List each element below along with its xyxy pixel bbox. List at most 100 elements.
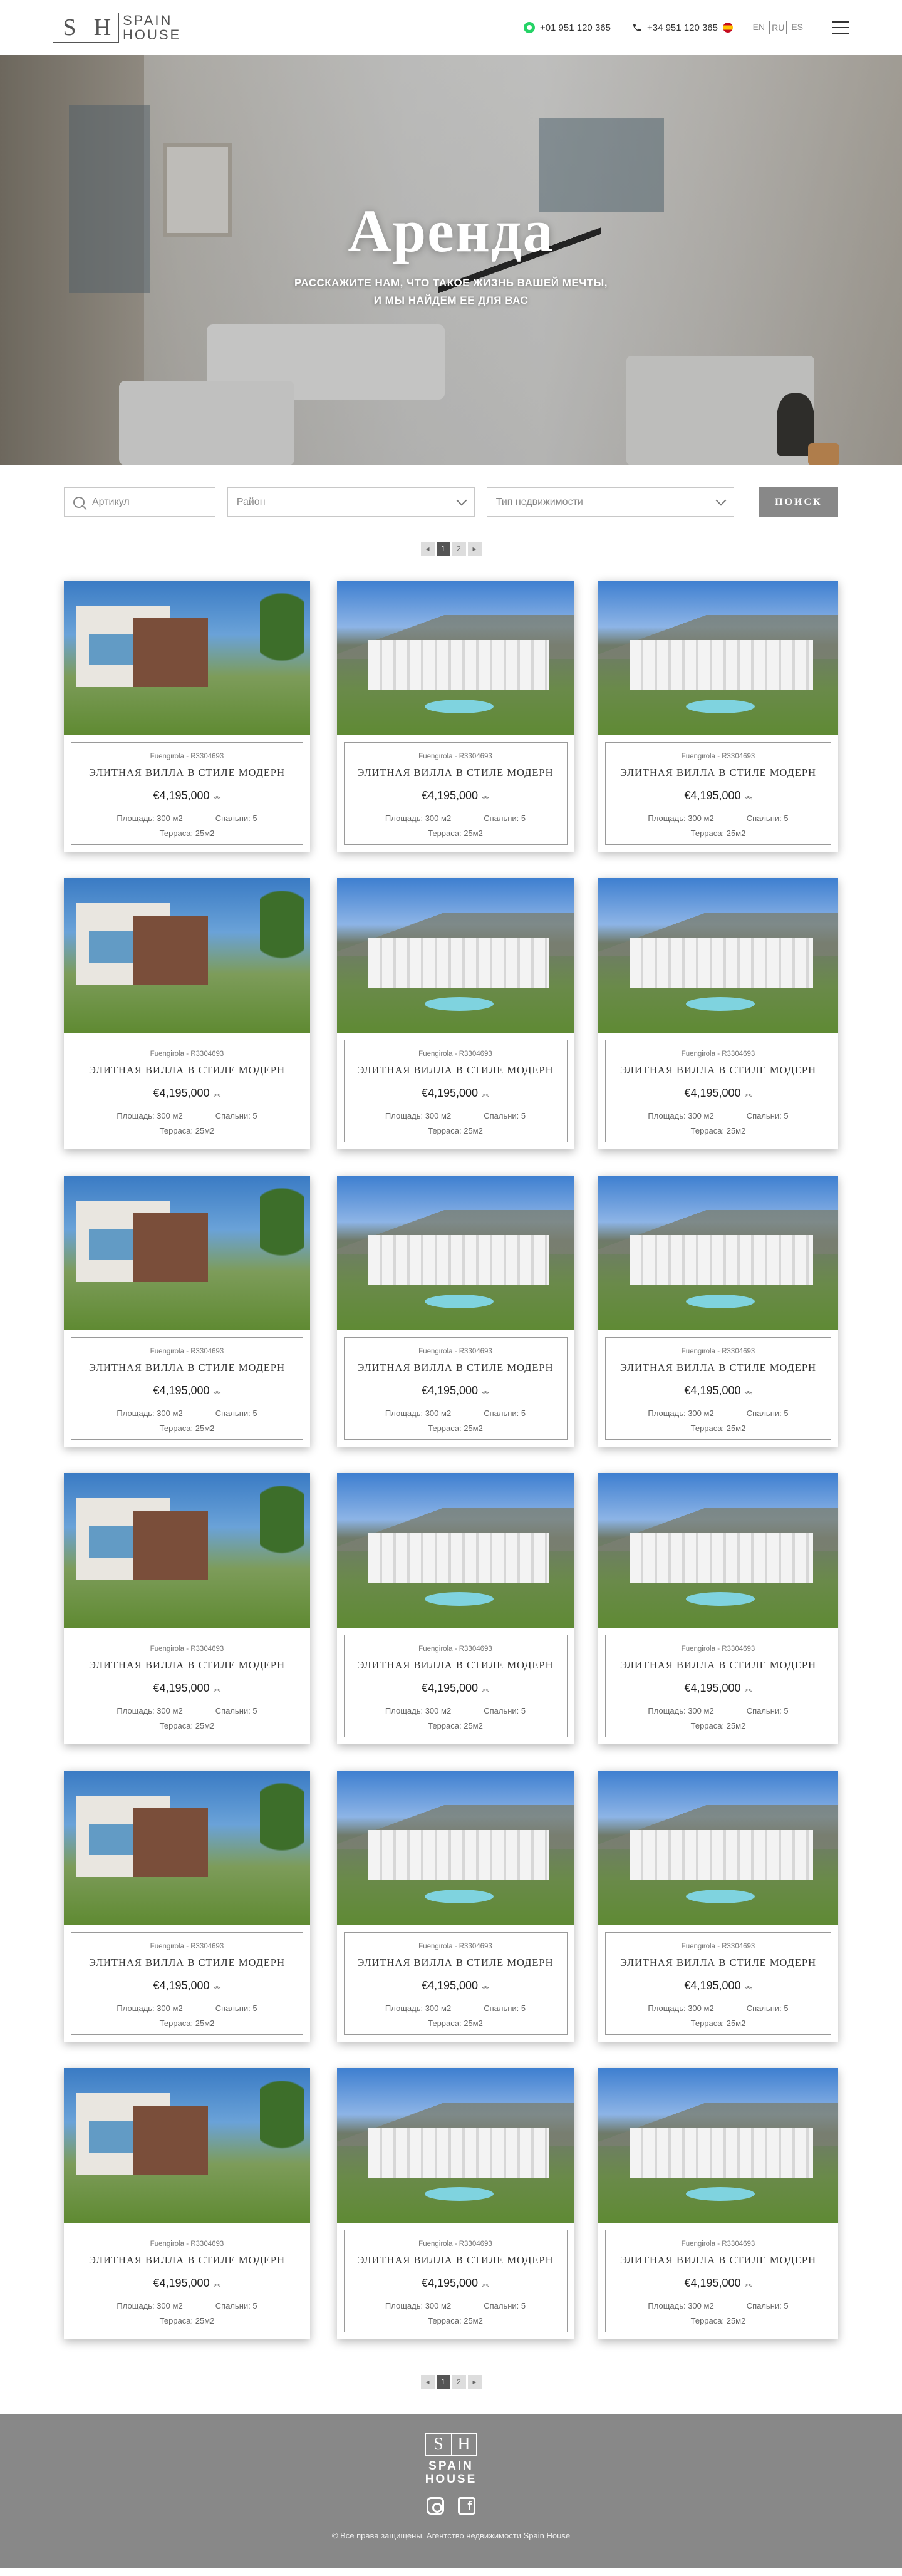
- property-terrace: Терраса: 25м2: [690, 1721, 746, 1730]
- property-card[interactable]: Fuengirola - R3304693 ЭЛИТНАЯ ВИЛЛА В СТ…: [598, 1473, 838, 1744]
- property-specs: Площадь: 300 м2 Спальни: 5: [71, 2004, 303, 2013]
- property-terrace: Терраса: 25м2: [159, 1721, 215, 1730]
- property-card[interactable]: Fuengirola - R3304693 ЭЛИТНАЯ ВИЛЛА В СТ…: [598, 581, 838, 852]
- property-card[interactable]: Fuengirola - R3304693 ЭЛИТНАЯ ВИЛЛА В СТ…: [64, 1176, 310, 1447]
- lang-es[interactable]: ES: [789, 21, 805, 34]
- whatsapp-contact[interactable]: +01 951 120 365: [523, 22, 611, 33]
- logo-letter-h: H: [86, 13, 118, 42]
- pagination-next[interactable]: ▸: [467, 542, 482, 556]
- property-bedrooms: Спальни: 5: [484, 2004, 526, 2013]
- property-price-row: €4,195,000 ︽: [71, 1087, 303, 1100]
- property-card[interactable]: Fuengirola - R3304693 ЭЛИТНАЯ ВИЛЛА В СТ…: [336, 1176, 574, 1447]
- property-photo[interactable]: [64, 1176, 310, 1330]
- chevrons-up-icon: ︽: [744, 1684, 752, 1693]
- logo-line-spain: SPAIN: [123, 13, 173, 28]
- property-price-row: €4,195,000 ︽: [606, 2277, 831, 2290]
- property-card[interactable]: Fuengirola - R3304693 ЭЛИТНАЯ ВИЛЛА В СТ…: [336, 2068, 574, 2339]
- property-area: Площадь: 300 м2: [117, 1409, 183, 1418]
- chevrons-up-icon: ︽: [482, 1981, 490, 1990]
- pagination-page-1[interactable]: 1: [436, 2375, 450, 2389]
- property-terrace: Терраса: 25м2: [159, 1126, 215, 1135]
- property-specs: Площадь: 300 м2 Спальни: 5: [606, 2301, 831, 2310]
- property-price: €4,195,000: [153, 1682, 210, 1694]
- property-photo[interactable]: [336, 2068, 574, 2223]
- property-terrace: Терраса: 25м2: [428, 1721, 483, 1730]
- property-photo[interactable]: [64, 1771, 310, 1925]
- property-photo[interactable]: [64, 878, 310, 1033]
- property-card[interactable]: Fuengirola - R3304693 ЭЛИТНАЯ ВИЛЛА В СТ…: [336, 581, 574, 852]
- property-card[interactable]: Fuengirola - R3304693 ЭЛИТНАЯ ВИЛЛА В СТ…: [336, 878, 574, 1149]
- property-photo[interactable]: [64, 2068, 310, 2223]
- article-search-field[interactable]: Артикул: [64, 487, 215, 517]
- property-card[interactable]: Fuengirola - R3304693 ЭЛИТНАЯ ВИЛЛА В СТ…: [598, 2068, 838, 2339]
- menu-icon[interactable]: [832, 21, 849, 34]
- property-price-row: €4,195,000 ︽: [345, 1087, 567, 1100]
- property-card[interactable]: Fuengirola - R3304693 ЭЛИТНАЯ ВИЛЛА В СТ…: [64, 1771, 310, 2042]
- property-photo[interactable]: [336, 1176, 574, 1330]
- property-card[interactable]: Fuengirola - R3304693 ЭЛИТНАЯ ВИЛЛА В СТ…: [64, 878, 310, 1149]
- property-photo[interactable]: [64, 581, 310, 735]
- chevrons-up-icon: ︽: [213, 1684, 221, 1693]
- pagination-page-2[interactable]: 2: [452, 542, 466, 556]
- property-area: Площадь: 300 м2: [648, 1111, 714, 1120]
- lang-ru[interactable]: RU: [769, 21, 787, 34]
- property-price: €4,195,000: [421, 2277, 479, 2289]
- property-card[interactable]: Fuengirola - R3304693 ЭЛИТНАЯ ВИЛЛА В СТ…: [598, 1771, 838, 2042]
- district-select[interactable]: Район: [227, 487, 475, 517]
- site-logo[interactable]: S H SPAIN HOUSE: [53, 13, 181, 43]
- property-photo[interactable]: [336, 1771, 574, 1925]
- property-terrace: Терраса: 25м2: [690, 2316, 746, 2325]
- property-specs: Площадь: 300 м2 Спальни: 5: [71, 1409, 303, 1418]
- pagination-prev[interactable]: ◂: [420, 542, 435, 556]
- chevron-down-icon: [456, 495, 467, 505]
- property-card[interactable]: Fuengirola - R3304693 ЭЛИТНАЯ ВИЛЛА В СТ…: [64, 1473, 310, 1744]
- facebook-icon[interactable]: f: [458, 2497, 475, 2515]
- lang-en[interactable]: EN: [751, 21, 767, 34]
- property-title: ЭЛИТНАЯ ВИЛЛА В СТИЛЕ МОДЕРН: [619, 1659, 817, 1671]
- property-terrace: Терраса: 25м2: [159, 2316, 215, 2325]
- property-card[interactable]: Fuengirola - R3304693 ЭЛИТНАЯ ВИЛЛА В СТ…: [64, 2068, 310, 2339]
- property-reference: Fuengirola - R3304693: [418, 753, 492, 760]
- property-photo[interactable]: [598, 581, 838, 735]
- search-button[interactable]: ПОИСК: [759, 487, 839, 517]
- property-terrace: Терраса: 25м2: [159, 2019, 215, 2028]
- property-info: Fuengirola - R3304693 ЭЛИТНАЯ ВИЛЛА В СТ…: [605, 742, 831, 845]
- property-photo[interactable]: [598, 878, 838, 1033]
- property-photo[interactable]: [598, 1176, 838, 1330]
- property-card[interactable]: Fuengirola - R3304693 ЭЛИТНАЯ ВИЛЛА В СТ…: [598, 878, 838, 1149]
- property-bedrooms: Спальни: 5: [484, 2301, 526, 2310]
- property-photo[interactable]: [336, 1473, 574, 1628]
- pagination-next[interactable]: ▸: [467, 2375, 482, 2389]
- property-photo[interactable]: [64, 1473, 310, 1628]
- property-info: Fuengirola - R3304693 ЭЛИТНАЯ ВИЛЛА В СТ…: [605, 1932, 831, 2035]
- property-photo[interactable]: [598, 2068, 838, 2223]
- property-specs: Площадь: 300 м2 Спальни: 5: [71, 2301, 303, 2310]
- property-specs: Площадь: 300 м2 Спальни: 5: [71, 814, 303, 823]
- property-area: Площадь: 300 м2: [648, 814, 714, 823]
- property-area: Площадь: 300 м2: [648, 1409, 714, 1418]
- property-photo[interactable]: [336, 581, 574, 735]
- footer-logo[interactable]: S H SPAIN HOUSE: [0, 2414, 902, 2486]
- property-photo[interactable]: [598, 1473, 838, 1628]
- property-card[interactable]: Fuengirola - R3304693 ЭЛИТНАЯ ВИЛЛА В СТ…: [336, 1771, 574, 2042]
- pagination-page-1[interactable]: 1: [436, 542, 450, 556]
- pagination-page-2[interactable]: 2: [452, 2375, 466, 2389]
- property-price-row: €4,195,000 ︽: [345, 1682, 567, 1695]
- property-title: ЭЛИТНАЯ ВИЛЛА В СТИЛЕ МОДЕРН: [357, 1659, 554, 1671]
- social-links: f: [0, 2497, 902, 2515]
- property-terrace: Терраса: 25м2: [690, 1424, 746, 1433]
- instagram-icon[interactable]: [427, 2497, 444, 2515]
- property-card[interactable]: Fuengirola - R3304693 ЭЛИТНАЯ ВИЛЛА В СТ…: [336, 1473, 574, 1744]
- property-card[interactable]: Fuengirola - R3304693 ЭЛИТНАЯ ВИЛЛА В СТ…: [598, 1176, 838, 1447]
- phone-contact[interactable]: +34 951 120 365: [632, 23, 733, 33]
- property-title: ЭЛИТНАЯ ВИЛЛА В СТИЛЕ МОДЕРН: [88, 1362, 286, 1373]
- property-price-row: €4,195,000 ︽: [606, 1979, 831, 1992]
- pagination-prev[interactable]: ◂: [420, 2375, 435, 2389]
- property-card[interactable]: Fuengirola - R3304693 ЭЛИТНАЯ ВИЛЛА В СТ…: [64, 581, 310, 852]
- property-photo[interactable]: [336, 878, 574, 1033]
- property-terrace: Терраса: 25м2: [690, 1126, 746, 1135]
- property-type-select[interactable]: Тип недвижимости: [486, 487, 734, 517]
- property-photo[interactable]: [598, 1771, 838, 1925]
- phone-icon: [633, 24, 641, 31]
- property-specs: Площадь: 300 м2 Спальни: 5: [345, 814, 567, 823]
